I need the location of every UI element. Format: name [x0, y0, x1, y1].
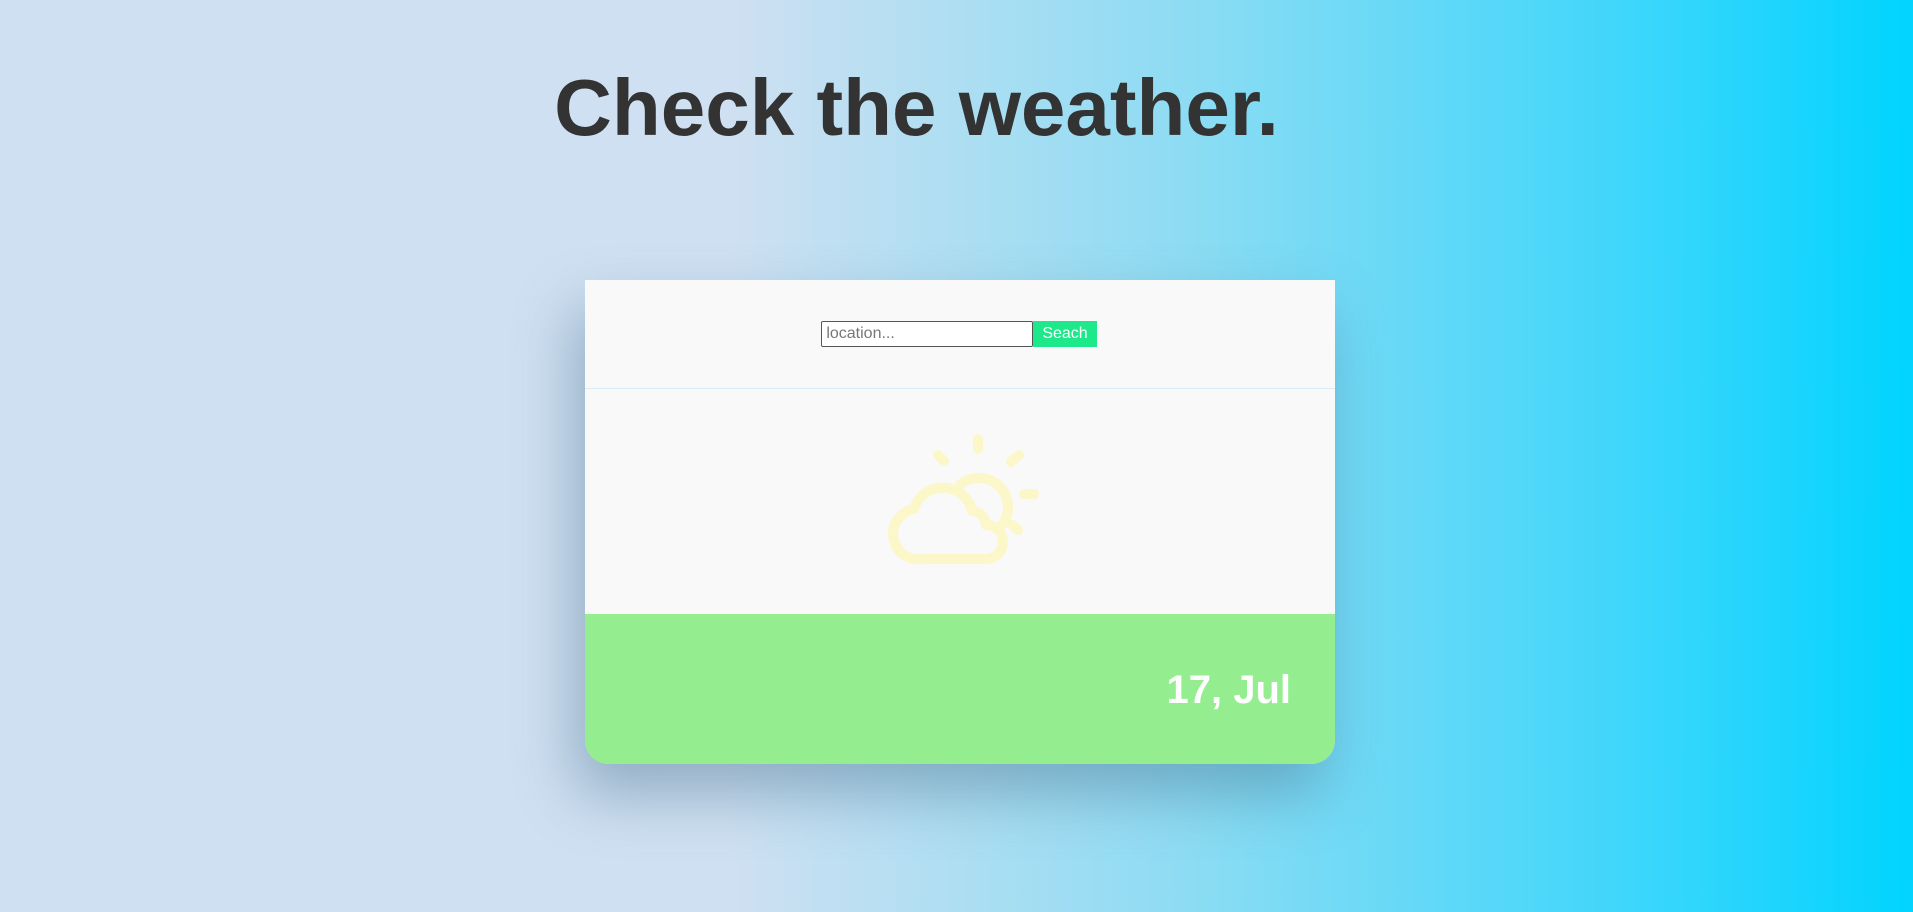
- partly-cloudy-icon: [888, 434, 1039, 565]
- search-bar: Seach: [585, 280, 1335, 389]
- weather-card: Seach 17, Jul: [585, 280, 1335, 764]
- date-bar: 17, Jul: [585, 614, 1335, 764]
- location-input[interactable]: [821, 321, 1034, 347]
- date-label: 17, Jul: [1166, 668, 1291, 712]
- weather-icon-area: [585, 389, 1335, 613]
- search-button[interactable]: Seach: [1033, 321, 1097, 347]
- search-form: Seach: [821, 321, 1097, 347]
- page-title: Check the weather.: [554, 63, 1279, 152]
